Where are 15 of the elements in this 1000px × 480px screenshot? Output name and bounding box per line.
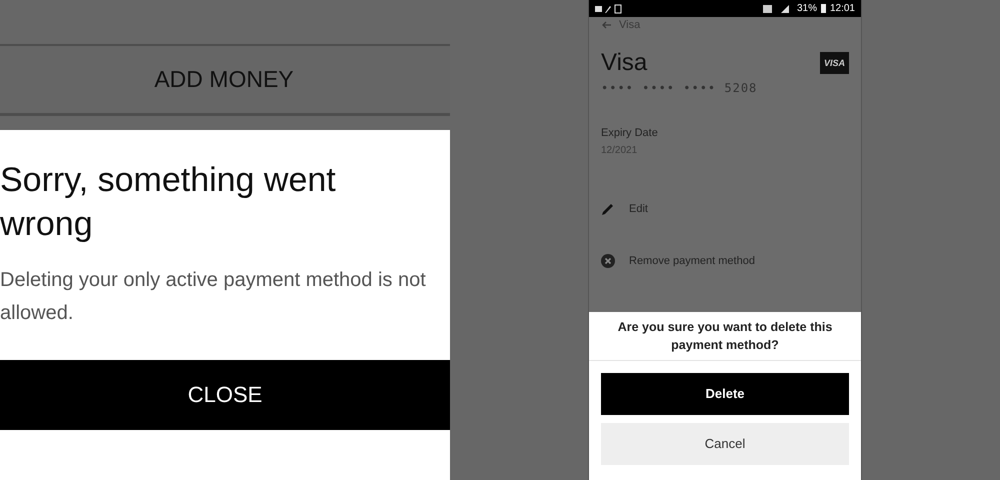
status-time: 12:01	[830, 3, 855, 14]
back-arrow-icon[interactable]	[601, 21, 611, 29]
cancel-button[interactable]: Cancel	[601, 423, 849, 465]
battery-percent: 31%	[796, 3, 817, 14]
card-name: Visa	[601, 49, 648, 77]
pencil-icon	[601, 202, 615, 216]
dialog-message: Deleting your only active payment method is not allowed.	[0, 268, 427, 326]
remove-icon	[601, 254, 615, 268]
expiry-label: Expiry Date	[601, 127, 659, 139]
card-brand-badge: VISA	[820, 52, 849, 74]
card-number: •••• •••• •••• 5208	[601, 81, 758, 95]
confirm-question: Are you sure you want to delete this payment method?	[589, 312, 861, 361]
battery-icon	[820, 4, 826, 13]
close-button[interactable]: CLOSE	[0, 360, 450, 430]
delete-button[interactable]: Delete	[601, 373, 849, 415]
